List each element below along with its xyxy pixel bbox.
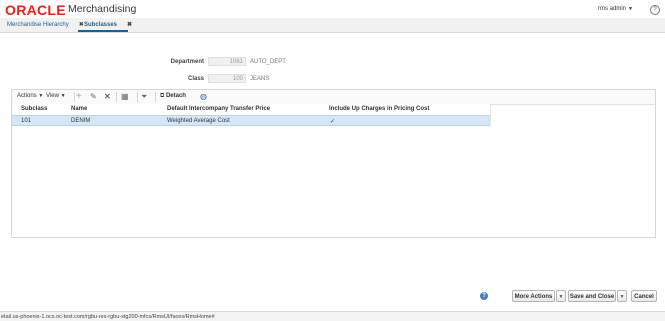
more-actions-dropdown[interactable]: ▼ xyxy=(556,290,566,302)
filter-icon[interactable]: ⏷ xyxy=(141,92,147,102)
edit-icon[interactable]: ✎ xyxy=(90,92,97,102)
oracle-logo: ORACLE xyxy=(5,2,66,18)
chevron-down-icon: ▼ xyxy=(628,6,633,12)
name-cell: DENIM xyxy=(71,118,91,124)
column-header[interactable]: Name xyxy=(71,106,87,112)
close-icon[interactable]: ✖ xyxy=(127,22,132,28)
top-header: ORACLE Merchandising rms admin ▼ ? xyxy=(0,0,665,18)
tab-subclasses[interactable]: Subclasses ✖ xyxy=(84,21,132,28)
class-field: 100 xyxy=(208,74,246,83)
app-title: Merchandising xyxy=(68,3,137,15)
tab-label: Subclasses xyxy=(84,22,118,28)
chevron-down-icon: ▼ xyxy=(619,294,625,300)
status-bar: etail.us-phoenix-1.ocs.oc-test.com/rgbu-… xyxy=(0,311,665,321)
column-header[interactable]: Subclass xyxy=(21,106,47,112)
chevron-down-icon: ▼ xyxy=(60,93,66,99)
user-menu[interactable]: rms admin ▼ xyxy=(598,6,633,12)
subclasses-table-panel: Actions ▼ View ▼ + ✎ ✕ ▦ ⏷ ⧉ Detach ◍ Su… xyxy=(11,89,656,238)
save-dropdown[interactable]: ▼ xyxy=(617,290,627,302)
cancel-button[interactable]: Cancel xyxy=(631,290,657,302)
save-and-close-button[interactable]: Save and Close xyxy=(568,290,616,302)
checkmark-icon: ✓ xyxy=(330,119,336,125)
toolbar-divider xyxy=(116,92,117,102)
department-label: Department xyxy=(170,59,204,65)
active-tab-indicator xyxy=(78,30,128,32)
tab-merchandise-hierarchy[interactable]: Merchandise Hierarchy ✖ xyxy=(7,21,84,28)
detach-button[interactable]: ⧉ Detach xyxy=(160,93,186,100)
toolbar-divider xyxy=(74,92,75,102)
table-toolbar: Actions ▼ View ▼ + ✎ ✕ ▦ ⏷ ⧉ Detach ◍ xyxy=(12,90,655,105)
view-label: View xyxy=(46,93,59,99)
department-field: 1061 xyxy=(208,57,246,66)
detach-icon: ⧉ xyxy=(160,93,165,99)
status-url: etail.us-phoenix-1.ocs.oc-test.com/rgbu-… xyxy=(1,314,215,320)
subclass-cell: 101 xyxy=(21,118,32,124)
class-label: Class xyxy=(187,76,204,82)
chevron-down-icon: ▼ xyxy=(38,93,44,99)
close-icon[interactable]: ✖ xyxy=(79,22,84,28)
column-header[interactable]: Default Intercompany Transfer Price xyxy=(167,106,270,112)
toolbar-divider xyxy=(137,92,138,102)
transfer-price-cell: Weighted Average Cost xyxy=(167,118,230,124)
grid-divider xyxy=(490,104,491,126)
delete-icon[interactable]: ✕ xyxy=(104,92,111,102)
department-description: AUTO_DEPT xyxy=(250,59,286,65)
chevron-down-icon: ▼ xyxy=(558,294,564,300)
actions-menu[interactable]: Actions ▼ xyxy=(17,93,43,99)
web-icon[interactable]: ◍ xyxy=(200,92,207,102)
column-header[interactable]: Include Up Charges in Pricing Cost xyxy=(329,106,429,112)
actions-label: Actions xyxy=(17,93,37,99)
help-icon[interactable]: ? xyxy=(480,292,488,300)
tab-label: Merchandise Hierarchy xyxy=(7,22,69,28)
add-icon[interactable]: + xyxy=(76,92,82,102)
toolbar-divider xyxy=(155,92,156,102)
table-row[interactable]: 101 DENIM Weighted Average Cost ✓ xyxy=(12,115,490,126)
view-menu[interactable]: View ▼ xyxy=(46,93,66,99)
user-name: rms admin xyxy=(598,6,627,12)
detach-label: Detach xyxy=(165,93,186,99)
class-description: JEANS xyxy=(250,76,270,82)
more-actions-button[interactable]: More Actions xyxy=(512,290,555,302)
help-icon[interactable]: ? xyxy=(650,5,660,15)
freeze-icon[interactable]: ▦ xyxy=(121,92,129,102)
